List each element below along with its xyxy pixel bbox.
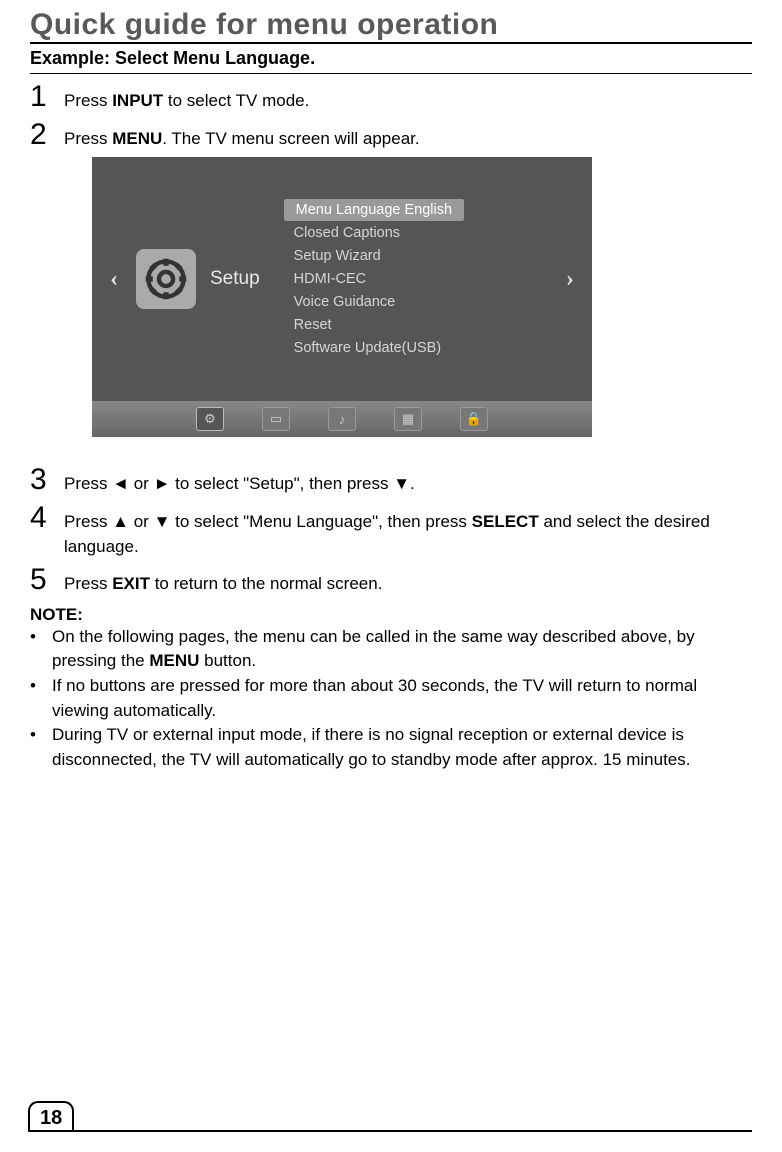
menu-options-list: Menu Language English Closed Captions Se… xyxy=(284,199,548,360)
step-text: Press MENU. The TV menu screen will appe… xyxy=(64,121,420,152)
note-item: • During TV or external input mode, if t… xyxy=(30,723,752,772)
step-text: Press ▲ or ▼ to select "Menu Language", … xyxy=(64,504,752,559)
steps-list-continued: 3 Press ◄ or ► to select "Setup", then p… xyxy=(30,465,752,597)
step-5: 5 Press EXIT to return to the normal scr… xyxy=(30,565,752,597)
step-number: 3 xyxy=(30,465,64,495)
menu-item-reset: Reset xyxy=(284,314,548,336)
setup-category-label: Setup xyxy=(210,268,260,290)
bar-icon-settings: ⚙ xyxy=(196,407,224,431)
footer-line xyxy=(28,1130,752,1132)
nav-right-icon: › xyxy=(548,266,592,293)
step-3: 3 Press ◄ or ► to select "Setup", then p… xyxy=(30,465,752,497)
page-number-box: 18 xyxy=(28,1101,74,1132)
step-number: 5 xyxy=(30,565,64,595)
page-number: 18 xyxy=(40,1107,62,1129)
tv-menu-screenshot: ‹ xyxy=(92,157,752,437)
page-title: Quick guide for menu operation xyxy=(30,0,752,44)
bar-icon-lock: 🔒 xyxy=(460,407,488,431)
notes-list: • On the following pages, the menu can b… xyxy=(30,625,752,773)
note-item: • If no buttons are pressed for more tha… xyxy=(30,674,752,723)
bullet-icon: • xyxy=(30,625,52,674)
example-subtitle: Example: Select Menu Language. xyxy=(30,44,752,74)
step-number: 2 xyxy=(30,120,64,150)
step-number: 1 xyxy=(30,82,64,112)
step-number: 4 xyxy=(30,503,64,533)
note-heading: NOTE: xyxy=(30,605,752,625)
menu-item-voice: Voice Guidance xyxy=(284,291,548,313)
nav-left-icon: ‹ xyxy=(92,266,136,293)
bullet-icon: • xyxy=(30,723,52,772)
bar-icon-display: ▭ xyxy=(262,407,290,431)
menu-item-language: Menu Language English xyxy=(284,199,464,221)
steps-list: 1 Press INPUT to select TV mode. 2 Press… xyxy=(30,82,752,151)
note-item: • On the following pages, the menu can b… xyxy=(30,625,752,674)
menu-item-software: Software Update(USB) xyxy=(284,337,548,359)
menu-item-hdmi: HDMI-CEC xyxy=(284,268,548,290)
step-text: Press ◄ or ► to select "Setup", then pre… xyxy=(64,466,415,497)
menu-item-wizard: Setup Wizard xyxy=(284,245,548,267)
gear-icon xyxy=(136,249,196,309)
step-2: 2 Press MENU. The TV menu screen will ap… xyxy=(30,120,752,152)
bullet-icon: • xyxy=(30,674,52,723)
bar-icon-audio: ♪ xyxy=(328,407,356,431)
bottom-icon-bar: ⚙ ▭ ♪ ▦ 🔒 xyxy=(92,401,592,437)
step-text: Press INPUT to select TV mode. xyxy=(64,83,309,114)
step-4: 4 Press ▲ or ▼ to select "Menu Language"… xyxy=(30,503,752,559)
step-1: 1 Press INPUT to select TV mode. xyxy=(30,82,752,114)
bar-icon-grid: ▦ xyxy=(394,407,422,431)
menu-item-captions: Closed Captions xyxy=(284,222,548,244)
step-text: Press EXIT to return to the normal scree… xyxy=(64,566,382,597)
